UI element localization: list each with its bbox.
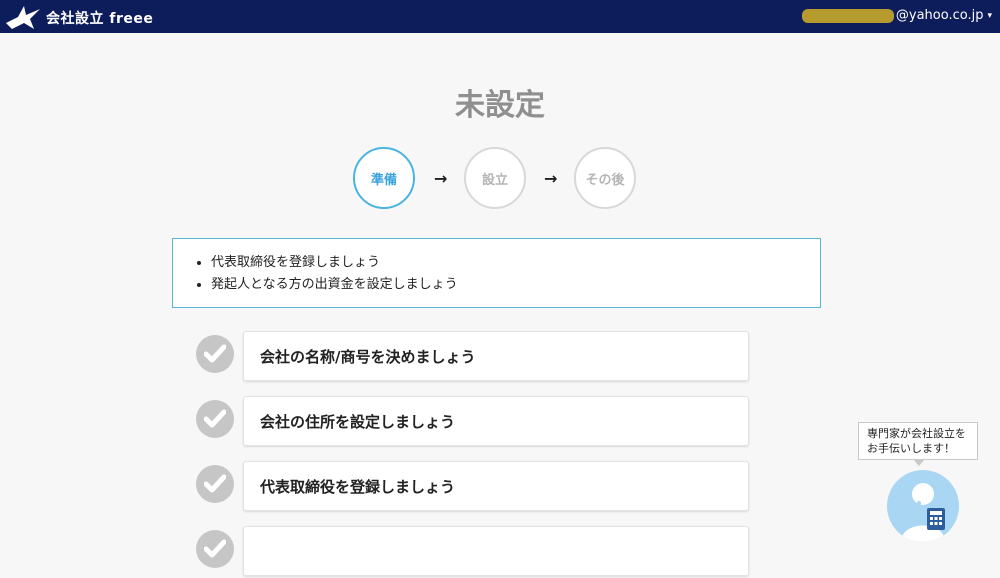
task-card[interactable]: 会社の名称/商号を決めましょう [243,331,749,381]
check-circle-icon [196,400,234,438]
todo-item: 発起人となる方の出資金を設定しましょう [211,274,820,296]
step-after-incorporation[interactable]: その後 [574,147,636,209]
todo-list: 代表取締役を登録しましょう 発起人となる方の出資金を設定しましょう [173,239,820,296]
top-navigation-bar: 会社設立 freee @yahoo.co.jp ▾ [0,0,1000,33]
step-preparation[interactable]: 準備 [353,147,415,209]
task-row-company-address: 会社の住所を設定しましょう [196,396,756,448]
app-brand-name[interactable]: 会社設立 freee [46,8,153,28]
freee-bird-logo-icon[interactable] [4,3,42,31]
setup-status-title: 未設定 [455,88,545,123]
chevron-down-icon: ▾ [987,10,992,21]
task-card[interactable] [243,526,749,576]
task-row-partial [196,526,756,578]
task-row-representative-director: 代表取締役を登録しましょう [196,461,756,513]
expert-help-tooltip[interactable]: 専門家が会社設立を お手伝いします！ [858,422,978,466]
arrow-right-icon: → [434,169,448,188]
expert-person-calculator-icon [901,483,945,542]
todo-info-box: 代表取締役を登録しましょう 発起人となる方の出資金を設定しましょう [172,238,821,308]
account-menu[interactable]: @yahoo.co.jp ▾ [801,8,992,23]
task-row-company-name: 会社の名称/商号を決めましょう [196,331,756,383]
redacted-email-local-part [801,8,894,23]
todo-item: 代表取締役を登録しましょう [211,252,820,274]
check-circle-icon [196,530,234,568]
account-email-domain: @yahoo.co.jp [895,8,984,23]
check-circle-icon [196,465,234,503]
expert-help-button[interactable] [887,470,959,542]
arrow-right-icon: → [544,169,558,188]
check-circle-icon [196,335,234,373]
task-card[interactable]: 会社の住所を設定しましょう [243,396,749,446]
task-card[interactable]: 代表取締役を登録しましょう [243,461,749,511]
help-text-line: 専門家が会社設立を [867,427,966,440]
help-text-line: お手伝いします！ [867,442,955,455]
step-incorporation[interactable]: 設立 [464,147,526,209]
